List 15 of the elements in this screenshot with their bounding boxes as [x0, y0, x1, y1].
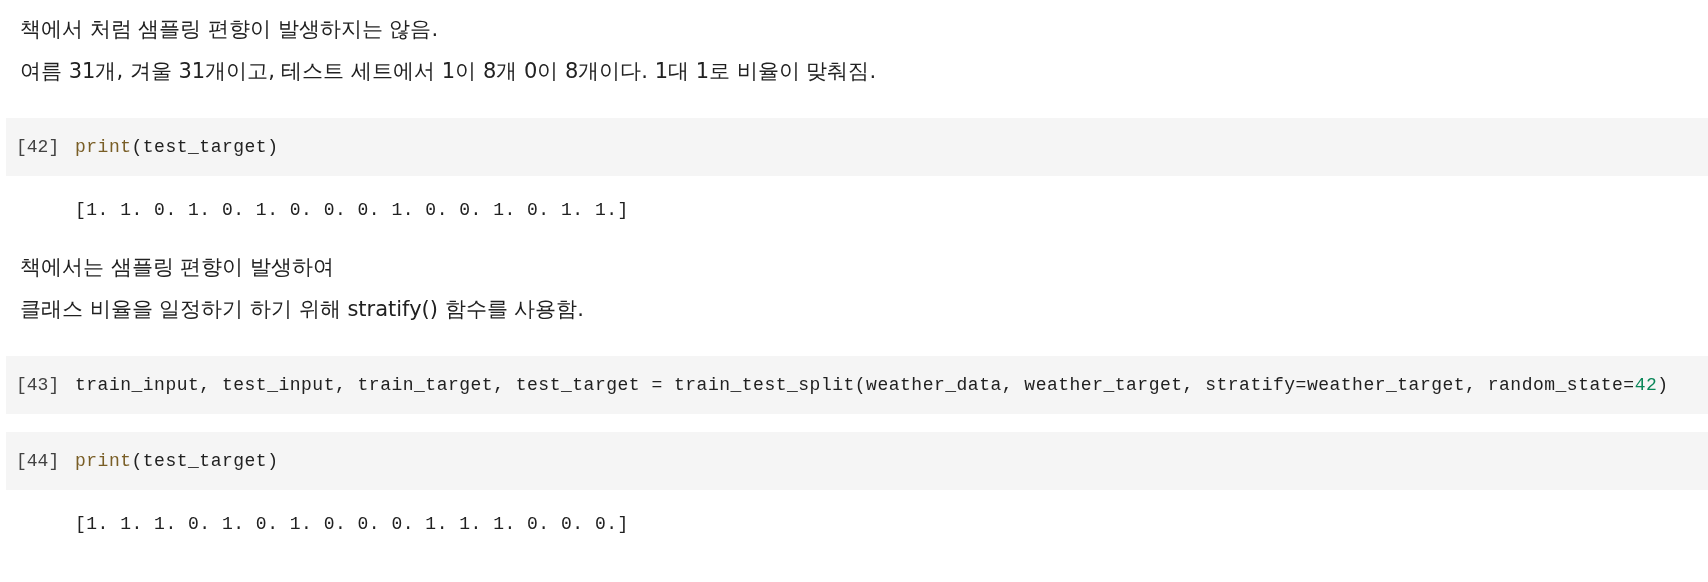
code-cell[interactable]: [43] train_input, test_input, train_target, test_target = train_test_split(weather_data, weather_target, stratify=weather_target, random_state=42) — [6, 356, 1708, 414]
execution-count: [44] — [15, 451, 61, 471]
code-line: print(test_target) — [75, 451, 279, 471]
markdown-text: 책에서 처럼 샘플링 편향이 발생하지는 않음. — [20, 16, 440, 43]
code-line: train_input, test_input, train_target, test_target = train_test_split(weather_data, weather_target, stratify=weather_target, random_state=42) — [75, 375, 1669, 395]
markdown-text: 클래스 비율을 일정하기 하기 위해 stratify() 함수를 사용함. — [20, 296, 585, 323]
execution-count: [43] — [15, 375, 61, 395]
code-line: print(test_target) — [75, 137, 279, 157]
execution-count: [42] — [15, 137, 61, 157]
cell-output: [1. 1. 1. 0. 1. 0. 1. 0. 0. 0. 1. 1. 1. 0. 0. 0.] — [74, 513, 630, 536]
markdown-text: 여름 31개, 겨울 31개이고, 테스트 세트에서 1이 8개 0이 8개이다. 1대 1로 비율이 맞춰짐. — [20, 58, 878, 85]
markdown-text: 책에서는 샘플링 편향이 발생하여 — [20, 254, 336, 281]
code-cell[interactable]: [44] print(test_target) — [6, 432, 1708, 490]
code-cell[interactable]: [42] print(test_target) — [6, 118, 1708, 176]
cell-output: [1. 1. 0. 1. 0. 1. 0. 0. 0. 1. 0. 0. 1. 0. 1. 1.] — [74, 199, 630, 222]
